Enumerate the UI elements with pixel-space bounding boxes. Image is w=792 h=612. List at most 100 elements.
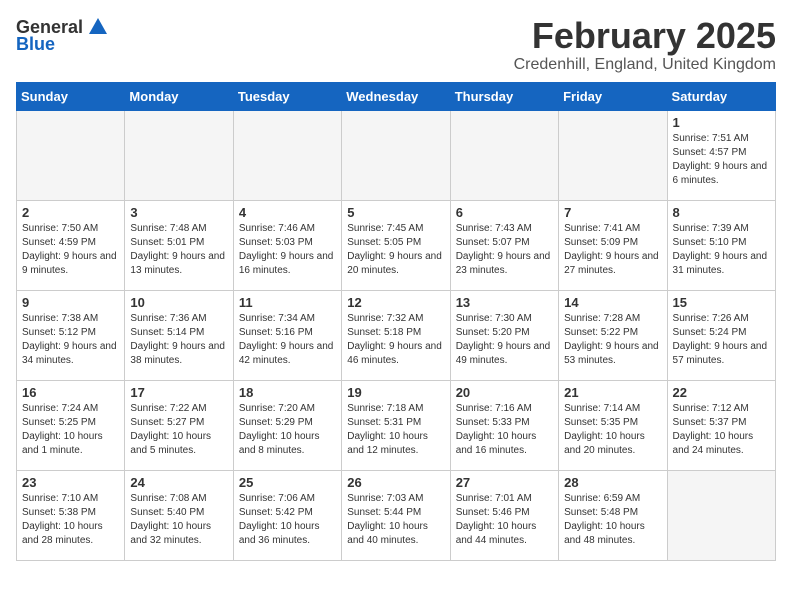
day-number: 17: [130, 385, 227, 400]
day-number: 21: [564, 385, 661, 400]
day-number: 2: [22, 205, 119, 220]
calendar-cell: [17, 110, 125, 200]
calendar: SundayMondayTuesdayWednesdayThursdayFrid…: [16, 82, 776, 561]
day-info: Sunrise: 7:03 AM Sunset: 5:44 PM Dayligh…: [347, 492, 444, 548]
day-number: 1: [673, 115, 770, 130]
day-number: 16: [22, 385, 119, 400]
calendar-cell: [342, 110, 450, 200]
header: General Blue February 2025 Credenhill, E…: [16, 16, 776, 74]
week-row-2: 2 Sunrise: 7:50 AM Sunset: 4:59 PM Daylig…: [17, 200, 776, 290]
day-number: 28: [564, 475, 661, 490]
day-info: Sunrise: 7:43 AM Sunset: 5:07 PM Dayligh…: [456, 222, 553, 278]
day-info: Sunrise: 7:01 AM Sunset: 5:46 PM Dayligh…: [456, 492, 553, 548]
day-info: Sunrise: 7:36 AM Sunset: 5:14 PM Dayligh…: [130, 312, 227, 368]
day-number: 15: [673, 295, 770, 310]
day-info: Sunrise: 7:14 AM Sunset: 5:35 PM Dayligh…: [564, 402, 661, 458]
calendar-cell: 6Sunrise: 7:43 AM Sunset: 5:07 PM Daylig…: [450, 200, 558, 290]
calendar-cell: 19Sunrise: 7:18 AM Sunset: 5:31 PM Dayli…: [342, 380, 450, 470]
calendar-header-row: SundayMondayTuesdayWednesdayThursdayFrid…: [17, 82, 776, 110]
calendar-cell: 15 Sunrise: 7:26 AM Sunset: 5:24 PM Dayli…: [667, 290, 775, 380]
calendar-cell: 17 Sunrise: 7:22 AM Sunset: 5:27 PM Dayli…: [125, 380, 233, 470]
calendar-cell: 24 Sunrise: 7:08 AM Sunset: 5:40 PM Dayli…: [125, 470, 233, 560]
day-info: Sunrise: 7:46 AM Sunset: 5:03 PM Dayligh…: [239, 222, 336, 278]
day-number: 11: [239, 295, 336, 310]
day-number: 7: [564, 205, 661, 220]
week-row-1: 1 Sunrise: 7:51 AM Sunset: 4:57 PM Daylig…: [17, 110, 776, 200]
day-number: 25: [239, 475, 336, 490]
calendar-cell: 16 Sunrise: 7:24 AM Sunset: 5:25 PM Dayli…: [17, 380, 125, 470]
day-info: Sunrise: 7:41 AM Sunset: 5:09 PM Dayligh…: [564, 222, 661, 278]
calendar-weekday-monday: Monday: [125, 82, 233, 110]
calendar-weekday-saturday: Saturday: [667, 82, 775, 110]
calendar-cell: 21 Sunrise: 7:14 AM Sunset: 5:35 PM Dayli…: [559, 380, 667, 470]
day-number: 9: [22, 295, 119, 310]
calendar-weekday-tuesday: Tuesday: [233, 82, 341, 110]
day-info: Sunrise: 7:45 AM Sunset: 5:05 PM Dayligh…: [347, 222, 444, 278]
day-number: 24: [130, 475, 227, 490]
day-info: Sunrise: 7:50 AM Sunset: 4:59 PM Dayligh…: [22, 222, 119, 278]
day-number: 5: [347, 205, 444, 220]
calendar-cell: 22 Sunrise: 7:12 AM Sunset: 5:37 PM Dayli…: [667, 380, 775, 470]
calendar-cell: 13Sunrise: 7:30 AM Sunset: 5:20 PM Dayli…: [450, 290, 558, 380]
day-info: Sunrise: 7:39 AM Sunset: 5:10 PM Dayligh…: [673, 222, 770, 278]
calendar-weekday-thursday: Thursday: [450, 82, 558, 110]
calendar-cell: [667, 470, 775, 560]
logo: General Blue: [16, 16, 109, 55]
day-number: 10: [130, 295, 227, 310]
calendar-cell: 7 Sunrise: 7:41 AM Sunset: 5:09 PM Daylig…: [559, 200, 667, 290]
calendar-cell: [450, 110, 558, 200]
day-number: 3: [130, 205, 227, 220]
calendar-cell: 10 Sunrise: 7:36 AM Sunset: 5:14 PM Dayli…: [125, 290, 233, 380]
day-info: Sunrise: 7:16 AM Sunset: 5:33 PM Dayligh…: [456, 402, 553, 458]
calendar-weekday-wednesday: Wednesday: [342, 82, 450, 110]
day-info: Sunrise: 7:06 AM Sunset: 5:42 PM Dayligh…: [239, 492, 336, 548]
day-info: Sunrise: 7:10 AM Sunset: 5:38 PM Dayligh…: [22, 492, 119, 548]
calendar-cell: 23Sunrise: 7:10 AM Sunset: 5:38 PM Dayli…: [17, 470, 125, 560]
day-info: Sunrise: 7:20 AM Sunset: 5:29 PM Dayligh…: [239, 402, 336, 458]
day-info: Sunrise: 7:22 AM Sunset: 5:27 PM Dayligh…: [130, 402, 227, 458]
calendar-cell: [559, 110, 667, 200]
day-number: 26: [347, 475, 444, 490]
calendar-cell: 20 Sunrise: 7:16 AM Sunset: 5:33 PM Dayli…: [450, 380, 558, 470]
day-number: 8: [673, 205, 770, 220]
day-number: 19: [347, 385, 444, 400]
calendar-cell: 3 Sunrise: 7:48 AM Sunset: 5:01 PM Daylig…: [125, 200, 233, 290]
day-number: 20: [456, 385, 553, 400]
calendar-weekday-sunday: Sunday: [17, 82, 125, 110]
calendar-cell: 4 Sunrise: 7:46 AM Sunset: 5:03 PM Daylig…: [233, 200, 341, 290]
calendar-cell: 8 Sunrise: 7:39 AM Sunset: 5:10 PM Daylig…: [667, 200, 775, 290]
calendar-cell: 1 Sunrise: 7:51 AM Sunset: 4:57 PM Daylig…: [667, 110, 775, 200]
week-row-4: 16 Sunrise: 7:24 AM Sunset: 5:25 PM Dayli…: [17, 380, 776, 470]
day-info: Sunrise: 7:12 AM Sunset: 5:37 PM Dayligh…: [673, 402, 770, 458]
calendar-cell: 28 Sunrise: 6:59 AM Sunset: 5:48 PM Dayli…: [559, 470, 667, 560]
calendar-cell: 25 Sunrise: 7:06 AM Sunset: 5:42 PM Dayli…: [233, 470, 341, 560]
calendar-cell: [125, 110, 233, 200]
day-number: 18: [239, 385, 336, 400]
week-row-5: 23Sunrise: 7:10 AM Sunset: 5:38 PM Dayli…: [17, 470, 776, 560]
week-row-3: 9Sunrise: 7:38 AM Sunset: 5:12 PM Daylig…: [17, 290, 776, 380]
calendar-cell: 2 Sunrise: 7:50 AM Sunset: 4:59 PM Daylig…: [17, 200, 125, 290]
day-info: Sunrise: 7:48 AM Sunset: 5:01 PM Dayligh…: [130, 222, 227, 278]
day-info: Sunrise: 7:26 AM Sunset: 5:24 PM Dayligh…: [673, 312, 770, 368]
day-info: Sunrise: 7:32 AM Sunset: 5:18 PM Dayligh…: [347, 312, 444, 368]
day-number: 22: [673, 385, 770, 400]
calendar-cell: 26 Sunrise: 7:03 AM Sunset: 5:44 PM Dayli…: [342, 470, 450, 560]
day-number: 13: [456, 295, 553, 310]
calendar-cell: 5 Sunrise: 7:45 AM Sunset: 5:05 PM Daylig…: [342, 200, 450, 290]
day-info: Sunrise: 7:24 AM Sunset: 5:25 PM Dayligh…: [22, 402, 119, 458]
day-number: 14: [564, 295, 661, 310]
calendar-weekday-friday: Friday: [559, 82, 667, 110]
location-title: Credenhill, England, United Kingdom: [514, 56, 776, 74]
logo-icon: [87, 16, 109, 38]
day-info: Sunrise: 7:28 AM Sunset: 5:22 PM Dayligh…: [564, 312, 661, 368]
day-number: 27: [456, 475, 553, 490]
day-info: Sunrise: 6:59 AM Sunset: 5:48 PM Dayligh…: [564, 492, 661, 548]
day-number: 4: [239, 205, 336, 220]
calendar-cell: 14 Sunrise: 7:28 AM Sunset: 5:22 PM Dayli…: [559, 290, 667, 380]
month-title: February 2025: [514, 16, 776, 56]
day-info: Sunrise: 7:08 AM Sunset: 5:40 PM Dayligh…: [130, 492, 227, 548]
calendar-cell: 11Sunrise: 7:34 AM Sunset: 5:16 PM Dayli…: [233, 290, 341, 380]
logo-blue: Blue: [16, 34, 55, 55]
calendar-cell: 12Sunrise: 7:32 AM Sunset: 5:18 PM Dayli…: [342, 290, 450, 380]
day-info: Sunrise: 7:51 AM Sunset: 4:57 PM Dayligh…: [673, 132, 770, 188]
